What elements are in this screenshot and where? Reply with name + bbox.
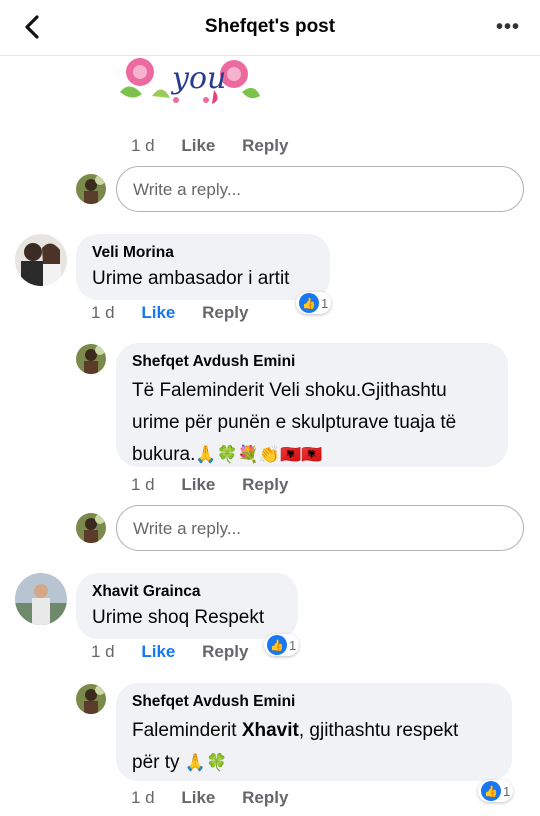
reply-link[interactable]: Reply bbox=[242, 788, 288, 808]
emoji-string: 🙏🍀 bbox=[184, 753, 228, 773]
reaction-count[interactable]: 👍 1 bbox=[296, 292, 332, 314]
avatar bbox=[76, 513, 106, 543]
like-link[interactable]: Like bbox=[181, 475, 215, 495]
emoji-string: 🙏🍀💐👏🇦🇱🇦🇱 bbox=[195, 445, 323, 465]
reaction-count[interactable]: 👍 1 bbox=[478, 780, 514, 802]
mentioned-user[interactable]: Xhavit bbox=[242, 720, 299, 741]
like-link[interactable]: Like bbox=[181, 788, 215, 808]
avatar bbox=[15, 234, 67, 286]
comment-meta: 1 d Like Reply bbox=[91, 303, 270, 323]
reply-input[interactable]: Write a reply... bbox=[116, 166, 524, 212]
comment-author[interactable]: Shefqet Avdush Emini bbox=[132, 353, 492, 371]
comment-bubble: Shefqet Avdush Emini Faleminderit Xhavit… bbox=[116, 683, 512, 781]
page-title: Shefqet's post bbox=[204, 16, 336, 37]
reply-input[interactable]: Write a reply... bbox=[116, 505, 524, 551]
comment-author[interactable]: Xhavit Grainca bbox=[92, 583, 282, 601]
top-bar: Shefqet's post ••• bbox=[0, 0, 540, 56]
comment-author[interactable]: Shefqet Avdush Emini bbox=[132, 693, 496, 711]
comment-text: Urime ambasador i artit bbox=[92, 268, 290, 289]
post-comment-meta: 1 d Like Reply bbox=[131, 136, 310, 156]
avatar bbox=[76, 344, 106, 374]
more-dots-icon[interactable]: ••• bbox=[496, 16, 520, 39]
reply-link[interactable]: Reply bbox=[202, 642, 248, 662]
comment-meta: 1 d Like Reply bbox=[131, 475, 310, 495]
like-link[interactable]: Like bbox=[181, 136, 215, 156]
reply-link[interactable]: Reply bbox=[202, 303, 248, 323]
avatar bbox=[15, 573, 67, 625]
timestamp: 1 d bbox=[131, 136, 155, 155]
avatar bbox=[76, 684, 106, 714]
comment-text: Të Faleminderit Veli shoku.Gjithashtu ur… bbox=[132, 380, 457, 465]
comment-text: Faleminderit Xhavit, gjithashtu respekt … bbox=[132, 720, 459, 773]
timestamp: 1 d bbox=[91, 303, 115, 322]
svg-text:you: you bbox=[170, 61, 226, 96]
timestamp: 1 d bbox=[131, 788, 155, 807]
comment-text: Urime shoq Respekt bbox=[92, 607, 265, 628]
like-thumb-icon: 👍 bbox=[481, 781, 501, 801]
like-thumb-icon: 👍 bbox=[299, 293, 319, 313]
comment-meta: 1 d Like Reply bbox=[131, 788, 310, 808]
reply-link[interactable]: Reply bbox=[242, 136, 288, 156]
comment-bubble: Veli Morina Urime ambasador i artit bbox=[76, 234, 330, 300]
timestamp: 1 d bbox=[91, 642, 115, 661]
reply-link[interactable]: Reply bbox=[242, 475, 288, 495]
comment-bubble: Xhavit Grainca Urime shoq Respekt bbox=[76, 573, 298, 639]
like-link[interactable]: Like bbox=[141, 642, 175, 662]
comment-bubble: Shefqet Avdush Emini Të Faleminderit Vel… bbox=[116, 343, 508, 467]
timestamp: 1 d bbox=[131, 475, 155, 494]
like-link[interactable]: Like bbox=[141, 303, 175, 323]
comment-author[interactable]: Veli Morina bbox=[92, 244, 314, 262]
avatar bbox=[76, 174, 106, 204]
thank-you-sticker: you bbox=[120, 58, 260, 104]
comment-meta: 1 d Like Reply bbox=[91, 642, 270, 662]
